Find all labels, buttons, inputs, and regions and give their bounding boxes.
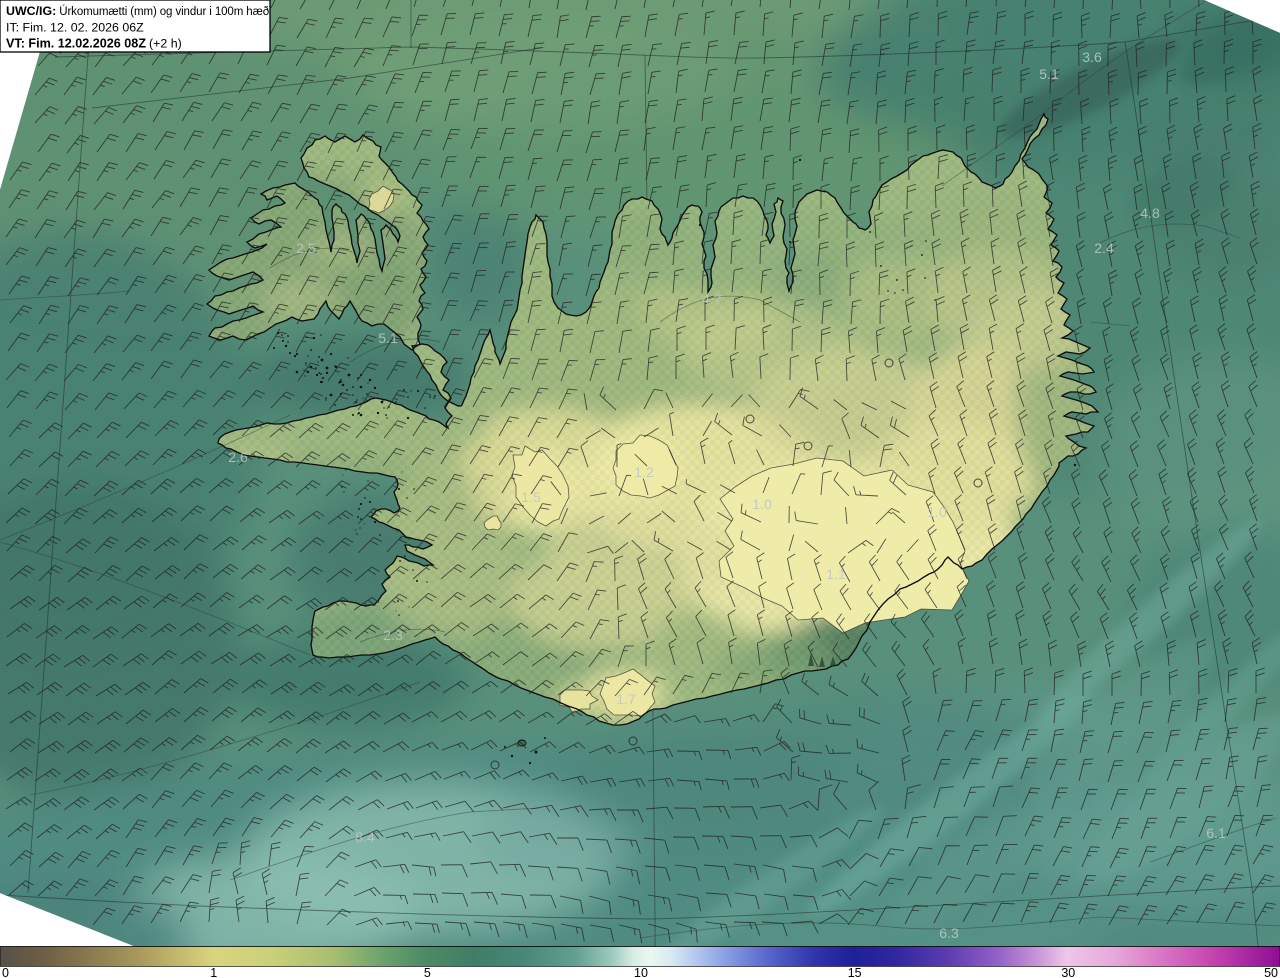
svg-text:2.3: 2.3 (383, 627, 403, 643)
svg-text:50: 50 (1264, 966, 1278, 978)
svg-text:UWC/IG:Úrkomumætti (mm) og vin: UWC/IG: Úrkomumætti (mm) og vindur i 100m… (6, 4, 269, 18)
svg-text:1: 1 (210, 966, 217, 978)
svg-text:6.1: 6.1 (1206, 825, 1226, 841)
svg-text:3.6: 3.6 (1082, 49, 1102, 65)
svg-text:4.8: 4.8 (1140, 205, 1160, 221)
svg-text:5.1: 5.1 (1039, 66, 1059, 82)
svg-text:6.3: 6.3 (939, 925, 959, 941)
svg-text:10: 10 (634, 966, 648, 978)
svg-text:8.4: 8.4 (355, 829, 375, 845)
svg-text:2.6: 2.6 (228, 449, 248, 465)
svg-text:5: 5 (424, 966, 431, 978)
svg-text:1.2: 1.2 (634, 464, 654, 480)
svg-text:IT: Fim. 12. 02. 2026 06Z: IT: Fim. 12. 02. 2026 06Z (6, 21, 144, 35)
svg-text:15: 15 (848, 966, 862, 978)
svg-text:VT: Fim. 12.02.2026 08Z(+2 h): VT: Fim. 12.02.2026 08Z (+2 h) (6, 37, 182, 51)
svg-text:2.4: 2.4 (1094, 240, 1114, 256)
svg-text:4.7: 4.7 (702, 291, 722, 307)
svg-text:30: 30 (1061, 966, 1075, 978)
svg-text:1.1: 1.1 (826, 566, 846, 582)
svg-text:1.5: 1.5 (521, 489, 541, 505)
svg-text:1.0: 1.0 (927, 504, 947, 520)
svg-text:1.0: 1.0 (752, 496, 772, 512)
svg-text:1.7: 1.7 (616, 691, 636, 707)
svg-text:2.5: 2.5 (296, 240, 316, 256)
svg-text:5.1: 5.1 (378, 330, 398, 346)
svg-text:0: 0 (2, 966, 9, 978)
